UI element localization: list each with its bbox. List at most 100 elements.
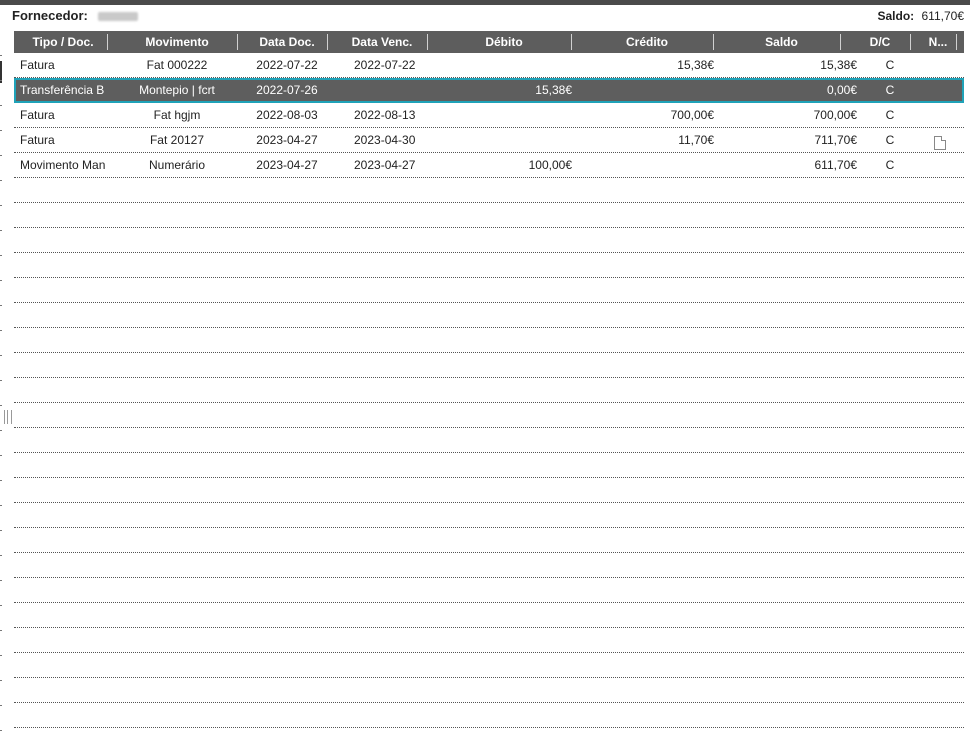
document-icon[interactable] [934, 136, 946, 150]
empty-table-row[interactable] [14, 328, 964, 353]
cell-debito [442, 128, 572, 152]
gutter-tick [0, 655, 2, 656]
column-header-saldo[interactable]: Saldo [718, 31, 845, 53]
cell-dc: C [885, 83, 895, 97]
empty-table-row[interactable] [14, 653, 964, 678]
table-row[interactable]: Movimento Man Numerário 2023-04-27 2023-04-… [14, 153, 964, 178]
cell-saldo: 700,00€ [813, 108, 857, 122]
gutter-tick [0, 230, 2, 231]
empty-table-row[interactable] [14, 678, 964, 703]
cell-movimento: Numerário [148, 158, 205, 172]
empty-table-row[interactable] [14, 553, 964, 578]
empty-table-row[interactable] [14, 253, 964, 278]
cell-dc: C [885, 108, 895, 122]
table-row[interactable]: Fatura Fat 20127 2023-04-27 2023-04-30 11,70… [14, 128, 964, 153]
cell-data-venc: 2022-08-13 [354, 108, 416, 122]
column-header-data-venc[interactable]: Data Venc. [332, 31, 432, 53]
empty-table-row[interactable] [14, 528, 964, 553]
column-header-debito[interactable]: Débito [432, 31, 576, 53]
cell-credito [572, 78, 714, 102]
cell-saldo: 611,70€ [814, 158, 858, 172]
empty-table-row[interactable] [14, 378, 964, 403]
gutter-tick [0, 155, 2, 156]
column-header-data-doc[interactable]: Data Doc. [242, 31, 332, 53]
cell-tipo: Movimento Man [20, 158, 106, 172]
empty-table-row[interactable] [14, 228, 964, 253]
movements-table: Tipo / Doc. Movimento Data Doc. Data Ven… [14, 31, 964, 728]
gutter-tick [0, 180, 2, 181]
column-header-notes[interactable]: N... [915, 31, 961, 53]
gutter-tick [0, 605, 2, 606]
table-row[interactable]: Fatura Fat 000222 2022-07-22 2022-07-22 15,3… [14, 53, 964, 78]
gutter-tick [0, 205, 2, 206]
cell-data-doc: 2023-04-27 [256, 133, 318, 147]
gutter-tick [0, 330, 2, 331]
empty-table-row[interactable] [14, 453, 964, 478]
empty-table-row[interactable] [14, 703, 964, 728]
gutter-tick [0, 305, 2, 306]
cell-data-venc: 2022-07-22 [354, 58, 416, 72]
gutter-tick [0, 705, 2, 706]
cell-saldo: 711,70€ [814, 133, 858, 147]
balance-summary: Saldo: 611,70€ [877, 9, 964, 23]
cell-credito: 15,38€ [677, 58, 714, 72]
cell-debito [442, 53, 572, 77]
gutter-tick [0, 255, 2, 256]
cell-data-venc: 2023-04-27 [354, 158, 416, 172]
column-header-credito[interactable]: Crédito [576, 31, 718, 53]
cell-data-venc [332, 78, 442, 102]
column-header-dc[interactable]: D/C [845, 31, 915, 53]
cell-data-doc: 2022-07-26 [256, 83, 318, 97]
gutter-tick [0, 380, 2, 381]
cell-credito [572, 153, 714, 177]
gutter-tick [0, 680, 2, 681]
empty-table-row[interactable] [14, 303, 964, 328]
table-body: Fatura Fat 000222 2022-07-22 2022-07-22 15,3… [14, 53, 964, 728]
empty-table-row[interactable] [14, 578, 964, 603]
empty-table-row[interactable] [14, 428, 964, 453]
gutter-tick [0, 730, 2, 731]
empty-table-row[interactable] [14, 628, 964, 653]
table-row[interactable]: Transferência B Montepio | fcrt 2022-07-26… [14, 78, 964, 103]
cell-movimento: Fat 20127 [149, 133, 205, 147]
table-header: Tipo / Doc. Movimento Data Doc. Data Ven… [14, 31, 964, 53]
gutter-tick [0, 405, 2, 406]
cell-debito: 100,00€ [528, 158, 572, 172]
cell-tipo: Fatura [20, 108, 55, 122]
empty-table-row[interactable] [14, 503, 964, 528]
supplier-name-redacted [98, 12, 138, 21]
cell-data-doc: 2023-04-27 [256, 158, 318, 172]
splitter-grip[interactable] [4, 410, 12, 424]
gutter-tick [0, 80, 2, 81]
cell-data-venc: 2023-04-30 [354, 133, 416, 147]
cell-movimento: Fat hgjm [153, 108, 201, 122]
empty-table-row[interactable] [14, 603, 964, 628]
cell-saldo: 0,00€ [826, 83, 857, 97]
column-header-movimento[interactable]: Movimento [112, 31, 242, 53]
supplier-label: Fornecedor: [12, 8, 88, 23]
gutter-tick [0, 430, 2, 431]
empty-table-row[interactable] [14, 178, 964, 203]
cell-tipo: Fatura [20, 58, 55, 72]
empty-table-row[interactable] [14, 403, 964, 428]
cell-debito: 15,38€ [535, 83, 572, 97]
cell-saldo: 15,38€ [820, 58, 857, 72]
cell-dc: C [885, 58, 895, 72]
empty-table-row[interactable] [14, 278, 964, 303]
empty-table-row[interactable] [14, 203, 964, 228]
balance-value: 611,70€ [921, 9, 965, 23]
gutter-tick [0, 130, 2, 131]
left-gutter [0, 5, 12, 738]
table-row[interactable]: Fatura Fat hgjm 2022-08-03 2022-08-13 700,00… [14, 103, 964, 128]
cell-debito [442, 103, 572, 127]
empty-table-row[interactable] [14, 478, 964, 503]
cell-credito: 11,70€ [678, 133, 714, 147]
window-top-bar [0, 0, 970, 5]
cell-tipo: Transferência B [20, 83, 105, 97]
cell-data-doc: 2022-08-03 [256, 108, 318, 122]
gutter-tick [0, 480, 2, 481]
empty-table-row[interactable] [14, 353, 964, 378]
column-header-tipo[interactable]: Tipo / Doc. [14, 31, 112, 53]
gutter-tick [0, 630, 2, 631]
gutter-tick [0, 505, 2, 506]
